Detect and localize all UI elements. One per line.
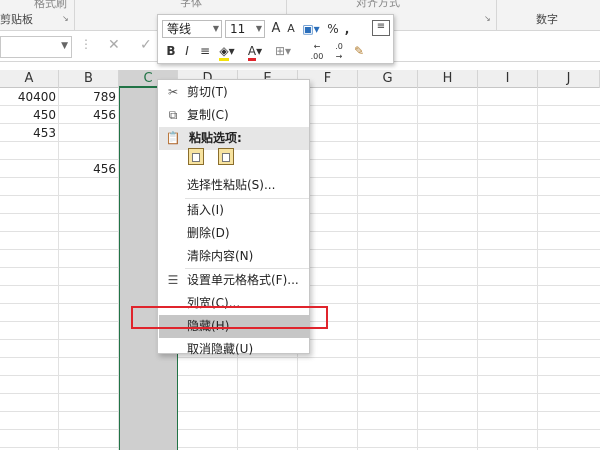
row-gridline xyxy=(0,393,600,394)
menu-item-format-cells[interactable]: ☰ 设置单元格格式(F)... xyxy=(159,269,309,292)
enter-icon[interactable]: ✓ xyxy=(140,37,152,53)
menu-item-label: 取消隐藏(U) xyxy=(187,342,254,356)
clipboard-group-label: 剪贴板 xyxy=(0,13,33,26)
clipboard-launcher-icon[interactable]: ↘ xyxy=(62,14,69,23)
clipboard-icon: 📋 xyxy=(165,131,181,145)
menu-item-copy[interactable]: ⧉ 复制(C) xyxy=(159,104,309,127)
paste-options-header: 📋 粘贴选项: xyxy=(159,127,309,150)
number-group-label: 数字 xyxy=(536,13,558,26)
mini-toolbar: 等线 ▼ 11 ▼ A A ▣▾ % , ≡ B I ≡ ◈▾ A▾ ⊞▾ ←.… xyxy=(157,14,394,64)
menu-item-label: 清除内容(N) xyxy=(187,249,254,263)
highlight-box xyxy=(131,306,328,329)
cancel-icon[interactable]: ✕ xyxy=(108,37,120,53)
menu-item-label: 复制(C) xyxy=(187,108,229,122)
font-color-letter: A xyxy=(247,44,257,61)
column-header-j[interactable]: J xyxy=(538,70,600,88)
align-center-icon[interactable]: ≡ xyxy=(198,42,212,60)
wrap-text-icon[interactable]: ≡ xyxy=(372,20,390,36)
row-gridline xyxy=(0,375,600,376)
font-group-label: 字体 xyxy=(180,0,202,9)
cell-a1[interactable]: 40400 xyxy=(0,88,59,106)
bold-button[interactable]: B xyxy=(164,42,178,60)
menu-item-paste-special[interactable]: 选择性粘贴(S)... xyxy=(159,174,309,197)
font-size-select[interactable]: 11 ▼ xyxy=(225,20,265,38)
decrease-decimal-label: .0 xyxy=(335,42,343,51)
fill-color-icon[interactable]: ◈▾ xyxy=(216,42,238,61)
menu-item-clear-contents[interactable]: 清除内容(N) xyxy=(159,245,309,268)
font-size-value: 11 xyxy=(230,22,246,36)
menu-item-label: 删除(D) xyxy=(187,226,230,240)
chevron-down-icon[interactable]: ▼ xyxy=(256,21,262,37)
column-gridline xyxy=(537,88,538,450)
format-painter-label[interactable]: 格式刷 xyxy=(34,0,67,11)
decrease-decimal-button[interactable]: .0 → xyxy=(330,42,348,61)
alignment-group-label: 对齐方式 xyxy=(356,0,400,9)
chevron-down-icon[interactable]: ▼ xyxy=(213,21,219,37)
alignment-launcher-icon[interactable]: ↘ xyxy=(484,14,491,23)
format-cells-icon: ☰ xyxy=(167,273,179,287)
column-header-g[interactable]: G xyxy=(358,70,418,88)
column-header-a[interactable]: A xyxy=(0,70,59,88)
ribbon-separator xyxy=(496,0,497,30)
increase-decimal-button[interactable]: ← .00 xyxy=(308,42,326,61)
ribbon-separator xyxy=(74,0,75,30)
grow-font-button[interactable]: A xyxy=(269,20,283,38)
column-gridline xyxy=(417,88,418,450)
font-name-value: 等线 xyxy=(167,22,192,36)
paste-values-icon[interactable] xyxy=(217,148,234,165)
column-gridline xyxy=(477,88,478,450)
column-header-h[interactable]: H xyxy=(418,70,478,88)
cell-b2[interactable]: 456 xyxy=(59,106,119,124)
paste-options-row xyxy=(188,148,244,172)
menu-item-unhide[interactable]: 取消隐藏(U) xyxy=(159,338,309,361)
row-gridline xyxy=(0,447,600,448)
font-color-button[interactable]: A▾ xyxy=(244,42,266,61)
more-icon: ⋮ xyxy=(80,37,92,51)
chevron-down-icon[interactable]: ▼ xyxy=(61,41,68,51)
percent-button[interactable]: % xyxy=(326,20,340,38)
column-gridline xyxy=(58,88,59,450)
menu-item-insert[interactable]: 插入(I) xyxy=(159,199,309,222)
cell-b1[interactable]: 789 xyxy=(59,88,119,106)
copy-icon: ⧉ xyxy=(168,108,178,122)
paste-icon[interactable] xyxy=(188,148,204,165)
format-painter-icon[interactable]: ✎ xyxy=(352,42,366,60)
column-header-i[interactable]: I xyxy=(478,70,538,88)
font-name-select[interactable]: 等线 ▼ xyxy=(162,20,222,38)
column-header-b[interactable]: B xyxy=(59,70,119,88)
menu-item-label: 插入(I) xyxy=(187,203,224,217)
increase-decimal-label: .00 xyxy=(310,52,324,61)
menu-item-cut[interactable]: ✂ 剪切(T) xyxy=(159,81,309,104)
cell-a3[interactable]: 453 xyxy=(0,124,59,142)
scissors-icon: ✂ xyxy=(167,85,179,99)
borders-icon[interactable]: ⊞▾ xyxy=(272,42,294,60)
name-box[interactable]: ▼ xyxy=(0,36,72,58)
accounting-format-icon[interactable]: ▣▾ xyxy=(300,20,322,38)
row-gridline xyxy=(0,411,600,412)
shrink-font-button[interactable]: A xyxy=(284,20,298,38)
row-gridline xyxy=(0,429,600,430)
cell-a2[interactable]: 450 xyxy=(0,106,59,124)
comma-button[interactable]: , xyxy=(342,20,352,38)
menu-item-label: 设置单元格格式(F)... xyxy=(187,273,299,287)
menu-header-label: 粘贴选项: xyxy=(189,131,242,145)
menu-item-label: 剪切(T) xyxy=(187,85,228,99)
column-gridline xyxy=(357,88,358,450)
cell-b5[interactable]: 456 xyxy=(59,160,119,178)
italic-button[interactable]: I xyxy=(180,42,194,60)
menu-item-label: 选择性粘贴(S)... xyxy=(187,178,276,192)
menu-item-delete[interactable]: 删除(D) xyxy=(159,222,309,245)
